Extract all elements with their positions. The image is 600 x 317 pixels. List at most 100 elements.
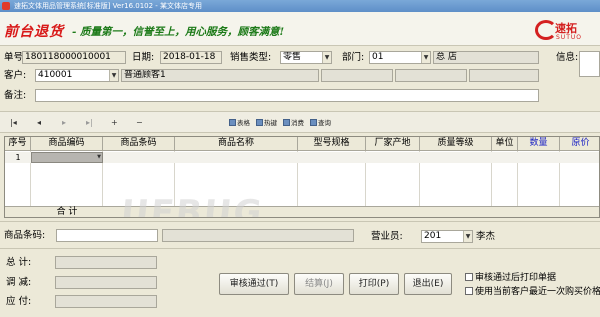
- chevron-down-icon[interactable]: ▼: [96, 153, 102, 162]
- column-header-original-price[interactable]: 原价: [560, 137, 599, 151]
- barcode-input[interactable]: [56, 229, 158, 242]
- table-icon: [229, 119, 236, 126]
- dept-name-value: 总 店: [436, 52, 457, 62]
- search-icon: [310, 119, 317, 126]
- print-button[interactable]: 打印(P): [349, 273, 399, 295]
- delete-row-icon[interactable]: −: [136, 118, 143, 128]
- grid-toolbar: |◂ ◂ ▸ ▸| + − 表格 热键 消费 查询: [0, 111, 600, 133]
- chevron-down-icon[interactable]: ▼: [322, 52, 331, 63]
- chevron-down-icon[interactable]: ▼: [463, 231, 472, 242]
- use-last-price-label: 使用当前客户最近一次购买价格: [475, 287, 600, 297]
- item-grid[interactable]: 序号 商品编码 商品条码 商品名称 型号规格 厂家产地 质量等级 单位 数量 原…: [4, 136, 600, 218]
- dept-name-field: 总 店: [433, 51, 539, 64]
- total-label: 总 计:: [6, 257, 32, 268]
- payable-label: 应 付:: [6, 296, 32, 307]
- sale-type-value: 零售: [283, 52, 302, 62]
- first-record-icon[interactable]: |◂: [10, 118, 17, 128]
- add-row-icon[interactable]: +: [111, 118, 118, 128]
- settle-button[interactable]: 结算(J): [294, 273, 344, 295]
- divider: [0, 221, 600, 222]
- app-icon: [2, 2, 10, 10]
- customer-extra-field-3: [469, 69, 539, 82]
- salesman-select[interactable]: 201 ▼: [421, 230, 473, 243]
- column-header-origin[interactable]: 厂家产地: [366, 137, 420, 151]
- order-no-value: 180118000010001: [25, 52, 111, 62]
- adjust-amount-field: [55, 276, 157, 289]
- barcode-info-field: [162, 229, 354, 242]
- banner-heading: 前台退货: [4, 24, 64, 40]
- total-row: 合 计: [5, 206, 599, 217]
- query-button-label: 查询: [318, 119, 331, 127]
- keyboard-icon: [256, 119, 263, 126]
- sale-type-select[interactable]: 零售 ▼: [280, 51, 332, 64]
- consume-button-label: 消费: [291, 119, 304, 127]
- total-row-label: 合 计: [56, 207, 78, 217]
- dept-code-select[interactable]: 01 ▼: [369, 51, 431, 64]
- last-record-icon[interactable]: ▸|: [86, 118, 93, 128]
- title-bar: 速拓文体用品管理系统[标准版] Ver16.0102 - 某文体店专用: [0, 0, 600, 12]
- watermark: UEBUG: [118, 193, 266, 218]
- customer-name-field: 普通顾客1: [121, 69, 319, 82]
- next-record-icon[interactable]: ▸: [62, 118, 66, 128]
- logo-subtext: SUTUO: [556, 34, 582, 41]
- column-header-item-code[interactable]: 商品编码: [31, 137, 103, 151]
- column-header-quantity[interactable]: 数量: [518, 137, 560, 151]
- remark-input[interactable]: [35, 89, 539, 102]
- customer-extra-field-1: [321, 69, 393, 82]
- checkbox-icon[interactable]: [465, 273, 473, 281]
- column-header-unit[interactable]: 单位: [492, 137, 518, 151]
- customer-extra-field-2: [395, 69, 467, 82]
- sale-type-label: 销售类型:: [230, 52, 272, 63]
- customer-name-value: 普通顾客1: [124, 70, 166, 80]
- info-field[interactable]: [579, 51, 600, 77]
- consume-button[interactable]: 消费: [283, 118, 304, 128]
- item-code-editor[interactable]: ▼: [31, 152, 103, 163]
- logo-mark-icon: [535, 20, 557, 40]
- hotkey-button[interactable]: 热键: [256, 118, 277, 128]
- column-header-spec[interactable]: 型号规格: [298, 137, 366, 151]
- column-header-quality[interactable]: 质量等级: [420, 137, 492, 151]
- checkbox-icon[interactable]: [465, 287, 473, 295]
- column-header-index[interactable]: 序号: [5, 137, 31, 151]
- use-last-price-checkbox[interactable]: 使用当前客户最近一次购买价格: [465, 286, 600, 298]
- dept-label: 部门:: [342, 52, 365, 63]
- chevron-down-icon[interactable]: ▼: [421, 52, 430, 63]
- barcode-label: 商品条码:: [4, 230, 46, 241]
- salesman-name: 李杰: [476, 231, 496, 242]
- payable-amount-field: [55, 295, 157, 308]
- salesman-label: 营业员:: [371, 231, 403, 242]
- logo: 速拓 SUTUO: [535, 16, 585, 44]
- column-header-barcode[interactable]: 商品条码: [103, 137, 175, 151]
- customer-label: 客户:: [4, 70, 27, 81]
- order-header-form: 单号: 180118000010001 日期: 2018-01-18 销售类型:…: [0, 46, 600, 108]
- print-after-approve-label: 审核通过后打印单据: [475, 273, 557, 283]
- exit-button[interactable]: 退出(E): [404, 273, 452, 295]
- order-no-field[interactable]: 180118000010001: [22, 51, 126, 64]
- chevron-down-icon[interactable]: ▼: [109, 70, 118, 81]
- banner: 前台退货 - 质量第一，信誉至上，用心服务，顾客满意! 速拓 SUTUO: [0, 12, 600, 46]
- approve-button[interactable]: 审核通过(T): [219, 273, 289, 295]
- row-index-cell: 1: [15, 153, 21, 162]
- table-button-label: 表格: [237, 119, 250, 127]
- query-button[interactable]: 查询: [310, 118, 331, 128]
- print-after-approve-checkbox[interactable]: 审核通过后打印单据: [465, 272, 556, 284]
- banner-slogan: - 质量第一，信誉至上，用心服务，顾客满意!: [72, 26, 285, 38]
- window-title: 速拓文体用品管理系统[标准版] Ver16.0102 - 某文体店专用: [14, 2, 203, 10]
- consume-icon: [283, 119, 290, 126]
- total-amount-field: [55, 256, 157, 269]
- customer-code-value: 410001: [38, 70, 73, 80]
- dept-code-value: 01: [372, 52, 384, 62]
- adjust-label: 调 减:: [6, 277, 32, 288]
- salesman-code-value: 201: [424, 231, 442, 241]
- table-button[interactable]: 表格: [229, 118, 250, 128]
- column-header-item-name[interactable]: 商品名称: [175, 137, 298, 151]
- prev-record-icon[interactable]: ◂: [37, 118, 41, 128]
- date-label: 日期:: [132, 52, 155, 63]
- divider: [0, 248, 600, 249]
- customer-select[interactable]: 410001 ▼: [35, 69, 119, 82]
- info-label: 信息:: [556, 52, 579, 63]
- hotkey-button-label: 热键: [264, 119, 277, 127]
- remark-label: 备注:: [4, 90, 27, 101]
- date-field[interactable]: 2018-01-18: [160, 51, 222, 64]
- date-value: 2018-01-18: [163, 52, 216, 62]
